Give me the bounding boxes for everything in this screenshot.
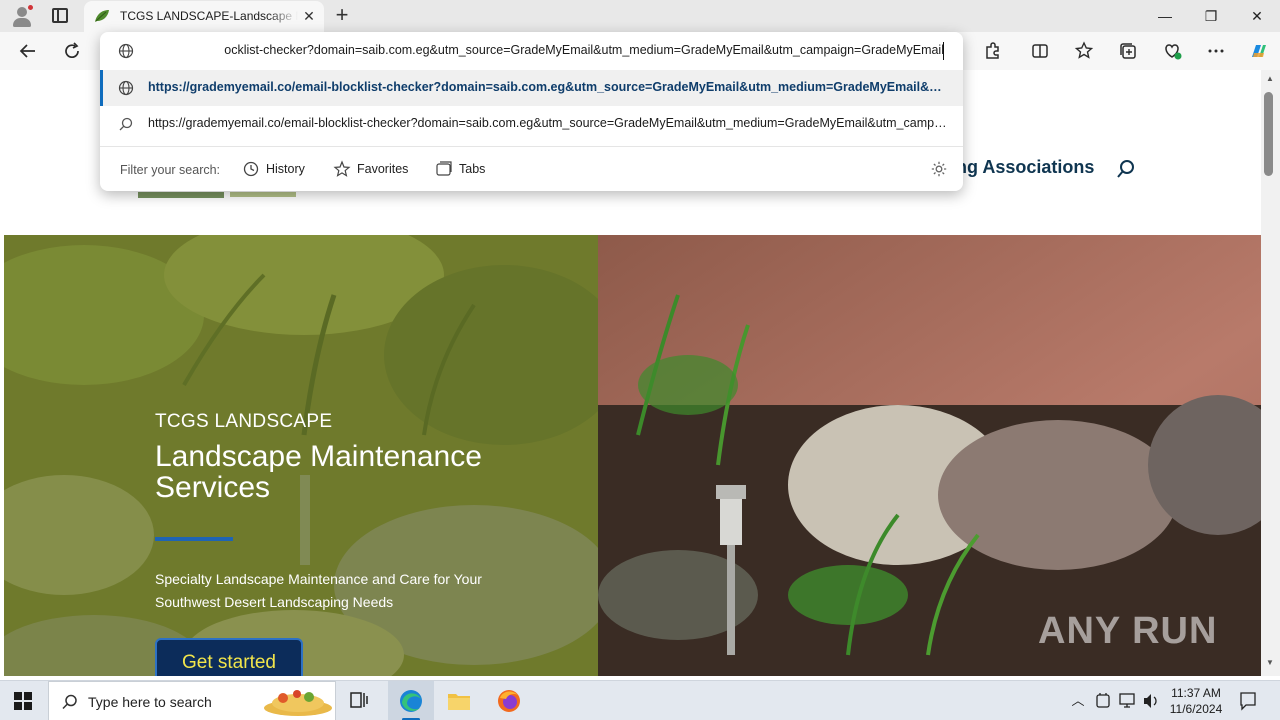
suggestion-item-search[interactable]: https://grademyemail.co/email-blocklist-… (100, 106, 963, 142)
filter-tabs-button[interactable]: Tabs (435, 157, 485, 181)
anyrun-watermark: ANY RUN (1038, 610, 1218, 652)
firefox-icon[interactable] (486, 681, 532, 720)
scroll-down-arrow-icon[interactable]: ▼ (1266, 658, 1274, 667)
extensions-icon[interactable] (978, 37, 1006, 65)
clock-date: 11/6/2024 (1169, 702, 1223, 716)
clock-time: 11:37 AM (1171, 686, 1221, 700)
notification-icon[interactable] (1236, 681, 1260, 720)
tab-title: TCGS LANDSCAPE-Landscape Maintenance Ser… (120, 9, 298, 23)
favorites-star-icon[interactable] (1070, 37, 1098, 65)
suggestion-text: https://grademyemail.co/email-blocklist-… (148, 80, 948, 94)
history-icon (243, 161, 259, 177)
filter-history-label: History (266, 162, 305, 176)
scroll-thumb[interactable] (1264, 92, 1273, 176)
edge-taskbar-icon[interactable] (388, 681, 434, 720)
collections-icon[interactable] (1114, 37, 1142, 65)
browser-essentials-icon[interactable] (1158, 37, 1186, 65)
windows-start-icon[interactable] (14, 692, 32, 710)
filter-favorites-button[interactable]: Favorites (333, 157, 408, 181)
volume-icon[interactable] (1140, 681, 1162, 720)
page-scrollbar[interactable]: ▲ ▼ (1261, 70, 1280, 676)
filter-tabs-label: Tabs (459, 162, 486, 176)
filter-history-button[interactable]: History (242, 157, 305, 181)
taskbar-search-placeholder: Type here to search (88, 694, 212, 710)
more-options-icon[interactable] (1202, 37, 1230, 65)
settings-gear-icon[interactable] (930, 160, 948, 178)
filter-favorites-label: Favorites (357, 162, 409, 176)
tray-chevron-icon[interactable]: ︿ (1068, 681, 1088, 720)
taskbar-search-box[interactable]: Type here to search (48, 681, 336, 720)
restore-button[interactable]: ❐ (1188, 0, 1234, 32)
globe-icon (118, 43, 134, 59)
suggestion-item-url[interactable]: https://grademyemail.co/email-blocklist-… (100, 70, 963, 106)
tray-device-icon[interactable] (1092, 681, 1114, 720)
leaf-favicon-icon (95, 10, 109, 22)
scroll-up-arrow-icon[interactable]: ▲ (1266, 74, 1274, 83)
suggestion-text: https://grademyemail.co/email-blocklist-… (148, 116, 948, 130)
search-filter-bar: Filter your search: History Favorites Ta… (100, 147, 963, 191)
search-icon (62, 694, 77, 710)
back-arrow-icon[interactable] (14, 37, 42, 65)
file-explorer-icon[interactable] (436, 681, 482, 720)
hero-description: Specialty Landscape Maintenance and Care… (155, 571, 482, 610)
tab-actions-icon[interactable] (52, 8, 68, 23)
search-highlight-image (264, 690, 332, 716)
close-window-button[interactable]: ✕ (1234, 0, 1280, 32)
address-input[interactable]: ocklist-checker?domain=saib.com.eg&utm_s… (148, 43, 944, 57)
new-tab-button[interactable]: + (330, 4, 354, 28)
address-bar[interactable]: ocklist-checker?domain=saib.com.eg&utm_s… (100, 32, 963, 70)
browser-tab-bar: TCGS LANDSCAPE-Landscape Maintenance Ser… (0, 0, 1280, 32)
nav-link-associations[interactable]: ng Associations (956, 157, 1094, 178)
refresh-icon[interactable] (58, 37, 86, 65)
browser-tab[interactable]: TCGS LANDSCAPE-Landscape Maintenance Ser… (84, 1, 324, 32)
star-icon (333, 160, 351, 177)
get-started-button[interactable]: Get started (155, 638, 303, 676)
address-bar-dropdown: ocklist-checker?domain=saib.com.eg&utm_s… (100, 32, 963, 191)
globe-icon (118, 80, 134, 96)
minimize-button[interactable]: — (1142, 0, 1188, 32)
tabs-icon (436, 161, 452, 176)
search-icon (119, 117, 133, 131)
filter-label: Filter your search: (120, 163, 221, 177)
taskbar-clock[interactable]: 11:37 AM 11/6/2024 (1166, 685, 1226, 717)
hero-eyebrow: TCGS LANDSCAPE (155, 411, 333, 432)
split-screen-icon[interactable] (1026, 37, 1054, 65)
profile-avatar-icon[interactable] (10, 4, 34, 28)
task-view-icon[interactable] (336, 681, 382, 720)
hero-divider (155, 537, 233, 541)
search-icon[interactable] (1116, 159, 1136, 179)
hero-title: Landscape Maintenance Services (155, 440, 482, 504)
network-icon[interactable] (1116, 681, 1138, 720)
windows-taskbar: Type here to search ︿ 11:37 AM 11/6/2024 (0, 680, 1280, 720)
tab-close-icon[interactable]: ✕ (300, 7, 318, 25)
copilot-icon[interactable] (1244, 37, 1272, 65)
text-caret (943, 42, 944, 60)
